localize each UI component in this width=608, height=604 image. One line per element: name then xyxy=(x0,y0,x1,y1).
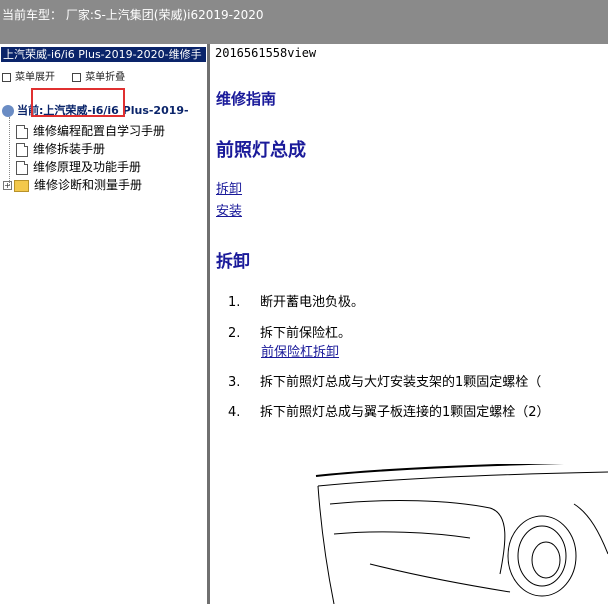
document-icon xyxy=(16,124,28,139)
headlamp-outline-inner xyxy=(317,471,608,487)
headlamp-bulb-ring xyxy=(531,541,561,579)
highlight-box xyxy=(31,88,125,117)
step-number: 2. xyxy=(228,326,241,341)
sidebar-header: 上汽荣威-i6/i6 Plus-2019-2020-维修手 xyxy=(1,47,206,62)
window-title: 当前车型： 厂家:S-上汽集团(荣威)i62019-2020 xyxy=(2,8,264,22)
step-number: 3. xyxy=(228,375,241,390)
tree-item-label: 维修编程配置自学习手册 xyxy=(33,124,166,138)
expand-plus-icon[interactable]: + xyxy=(3,181,12,190)
step-item: 4. 拆下前照灯总成与翼子板连接的1颗固定螺栓（2） xyxy=(228,401,550,420)
document-id: 2016561558view xyxy=(215,46,317,60)
step-text: 拆下前照灯总成与大灯安装支架的1颗固定螺栓（ xyxy=(260,375,542,390)
tree-item-label: 维修诊断和测量手册 xyxy=(34,178,143,192)
link-removal[interactable]: 拆卸 xyxy=(216,178,242,197)
document-icon xyxy=(16,142,28,157)
tree-item-principle-manual[interactable]: 维修原理及功能手册 xyxy=(16,158,141,175)
headlamp-side-line xyxy=(573,503,608,555)
step-item: 2. 拆下前保险杠。 xyxy=(228,322,351,341)
tree-item-programming-manual[interactable]: 维修编程配置自学习手册 xyxy=(16,122,165,139)
title-bar: 当前车型： 厂家:S-上汽集团(荣威)i62019-2020 xyxy=(0,0,608,44)
tree-item-label: 维修拆装手册 xyxy=(33,142,106,156)
step-number: 1. xyxy=(228,295,241,310)
step-text: 拆下前保险杠。 xyxy=(260,326,352,341)
link-front-bumper-removal[interactable]: 前保险杠拆卸 xyxy=(261,341,339,360)
expand-menu-button[interactable]: 菜单展开 xyxy=(2,68,55,83)
headlamp-outline-top xyxy=(315,464,565,477)
tree-connector xyxy=(9,117,10,185)
collapse-menu-button[interactable]: 菜单折叠 xyxy=(72,68,125,83)
collapse-icon xyxy=(72,72,82,82)
expand-icon xyxy=(2,72,11,82)
vehicle-icon xyxy=(2,105,14,117)
headlamp-lower-line xyxy=(369,563,511,593)
headlamp-illustration xyxy=(315,464,608,604)
sidebar-toolbar: 菜单展开 菜单折叠 xyxy=(2,68,125,83)
headlamp-edge-line xyxy=(333,531,471,539)
guide-title: 维修指南 xyxy=(216,90,277,108)
tree-item-diagnosis-manual[interactable]: + 维修诊断和测量手册 xyxy=(3,176,142,193)
folder-icon xyxy=(14,179,29,192)
collapse-menu-label: 菜单折叠 xyxy=(85,72,126,83)
step-text: 断开蓄电池负极。 xyxy=(260,295,365,310)
expand-menu-label: 菜单展开 xyxy=(15,72,55,83)
tree-item-label: 维修原理及功能手册 xyxy=(33,160,142,174)
step-item: 1. 断开蓄电池负极。 xyxy=(228,291,364,310)
headlamp-housing-line xyxy=(329,500,506,575)
content-panel: 2016561558view 维修指南 前照灯总成 拆卸 安装 拆卸 1. 断开蓄… xyxy=(210,44,608,604)
subsection-title: 拆卸 xyxy=(216,252,250,272)
section-title: 前照灯总成 xyxy=(216,140,306,161)
step-text: 拆下前照灯总成与翼子板连接的1颗固定螺栓（2） xyxy=(260,405,550,420)
link-installation[interactable]: 安装 xyxy=(216,200,242,219)
tree-item-disassembly-manual[interactable]: 维修拆装手册 xyxy=(16,140,106,157)
document-icon xyxy=(16,160,28,175)
sidebar-panel: 上汽荣威-i6/i6 Plus-2019-2020-维修手 菜单展开 菜单折叠 … xyxy=(0,44,207,604)
step-number: 4. xyxy=(228,405,241,420)
step-item: 3. 拆下前照灯总成与大灯安装支架的1颗固定螺栓（ xyxy=(228,371,541,390)
